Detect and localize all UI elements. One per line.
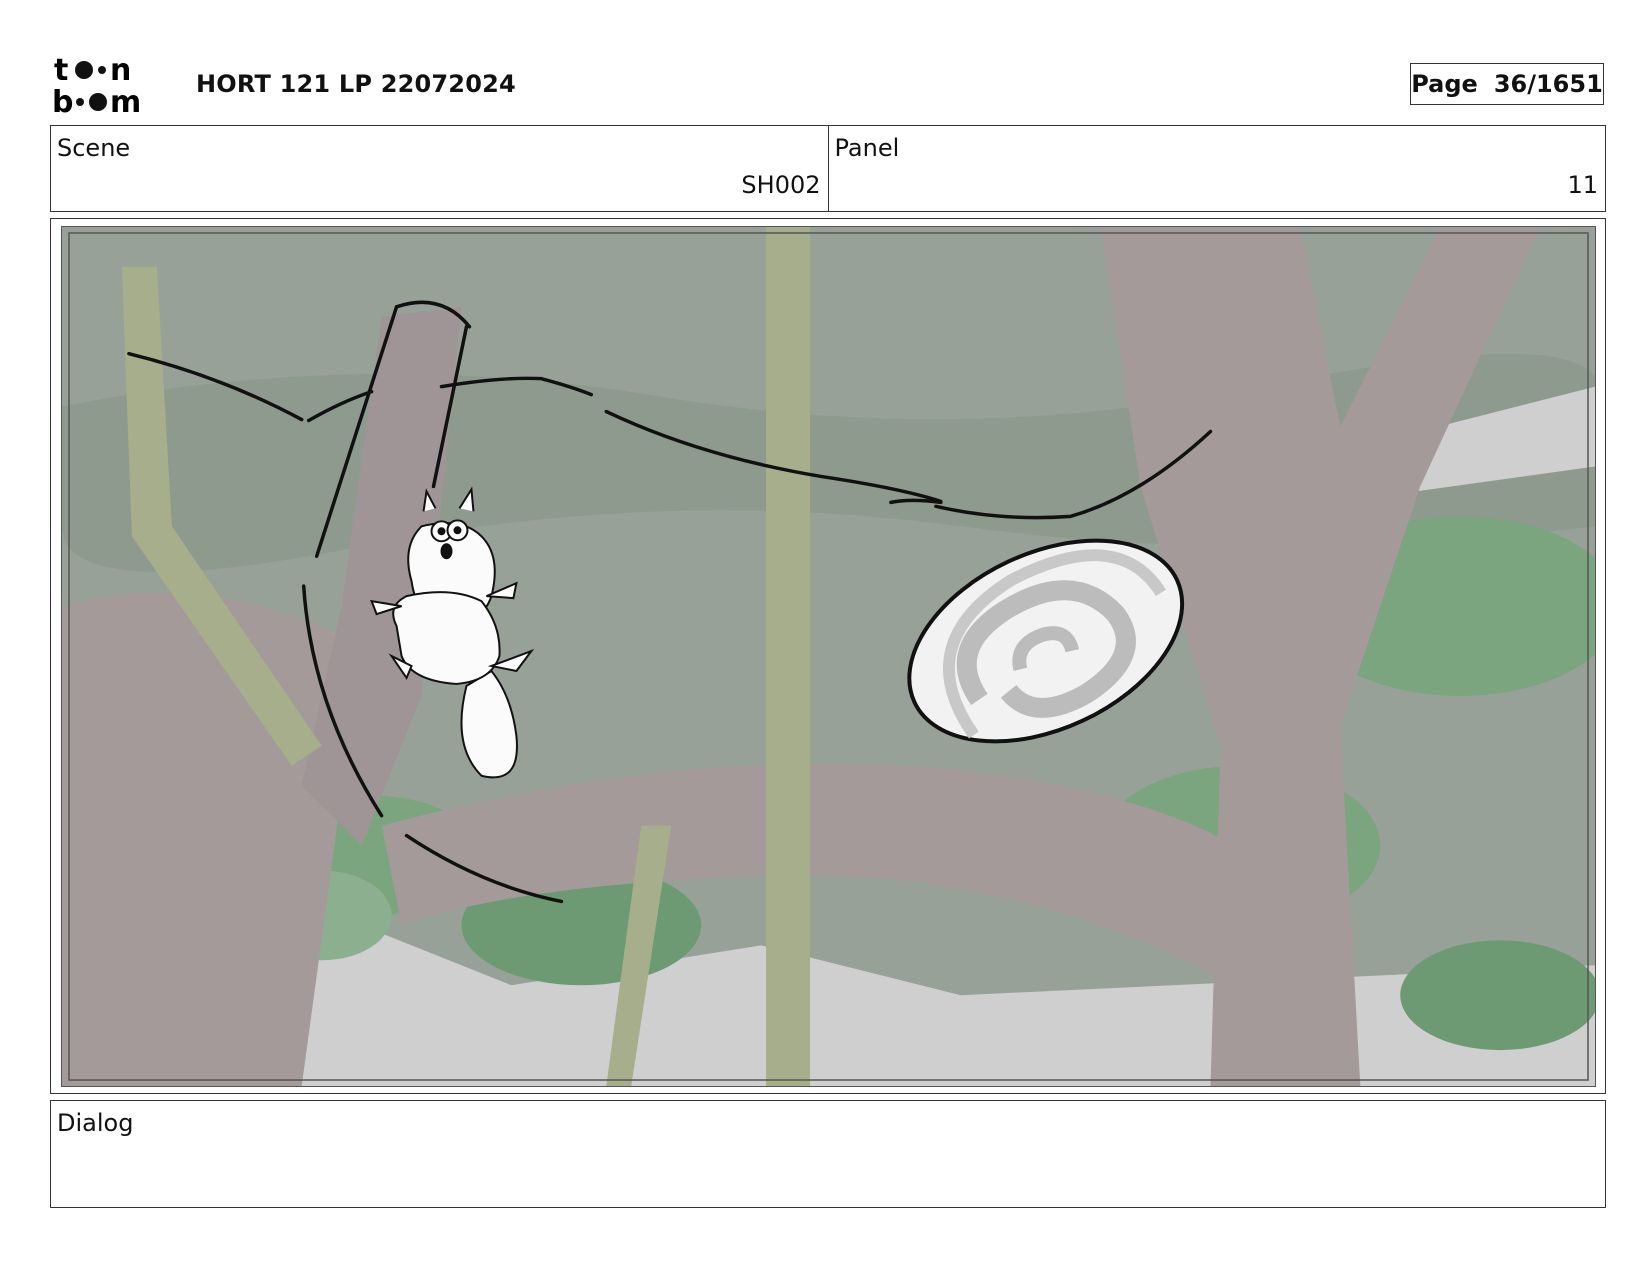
storyboard-panel-image [61,226,1596,1087]
svg-text:n: n [110,53,131,88]
document-title: HORT 121 LP 22072024 [196,70,516,98]
storyboard-panel-frame [50,218,1606,1094]
dialog-label: Dialog [57,1109,134,1137]
dialog-box: Dialog [50,1100,1606,1208]
page-indicator: Page 36/1651 [1410,63,1604,105]
panel-cell: Panel 11 [827,126,1606,211]
storyboard-artwork [62,227,1595,1086]
toon-boom-logo: t n b m [52,52,172,120]
svg-text:t: t [54,53,68,88]
page-label: Page [1411,70,1478,98]
scene-value: SH002 [741,171,821,199]
panel-value: 11 [1567,171,1598,199]
scene-label: Scene [57,134,131,162]
svg-text:b: b [52,85,73,116]
page-number: 36/1651 [1493,70,1603,98]
svg-text:m: m [110,85,141,116]
scene-cell: Scene SH002 [51,126,828,211]
panel-label: Panel [834,134,900,162]
scene-panel-row: Scene SH002 Panel 11 [50,125,1606,212]
